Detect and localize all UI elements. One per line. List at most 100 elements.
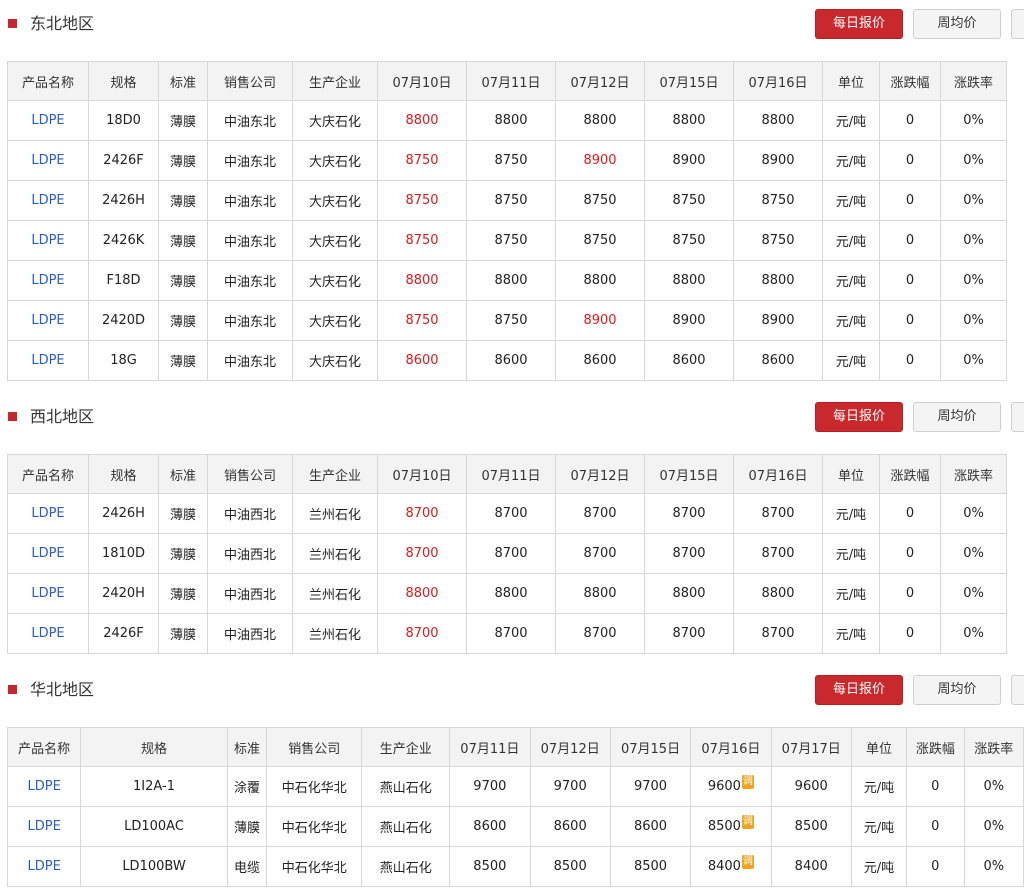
table-cell: 薄膜 bbox=[226, 806, 268, 847]
price-value: 8600 bbox=[672, 353, 706, 368]
table-cell: 8800 bbox=[644, 260, 734, 301]
table-cell: 兰州石化 bbox=[292, 573, 378, 614]
section-marker-icon bbox=[8, 412, 17, 421]
daily-quote-button[interactable]: 每日报价 bbox=[815, 675, 903, 705]
column-header: 产品名称 bbox=[7, 454, 89, 494]
column-header: 规格 bbox=[80, 727, 228, 767]
price-value: 8600 bbox=[473, 819, 507, 834]
product-link[interactable]: LDPE bbox=[31, 313, 64, 328]
product-link[interactable]: LDPE bbox=[31, 353, 64, 368]
table-cell: 8600 bbox=[644, 340, 734, 381]
cell-text: 涂覆 bbox=[233, 781, 260, 796]
table-cell: 中油东北 bbox=[207, 260, 293, 301]
table-cell: 8400 bbox=[770, 846, 852, 887]
table-cell: LD100AC bbox=[80, 806, 228, 847]
price-value: 8700 bbox=[761, 546, 795, 561]
product-link[interactable]: LDPE bbox=[31, 193, 64, 208]
product-link[interactable]: LDPE bbox=[31, 626, 64, 641]
table-cell: 0% bbox=[940, 573, 1007, 614]
region-section: 西北地区 每日报价 周均价 产品名称 规格 标准 销售公司 生产企业 07月10日 07月11日 0… bbox=[0, 393, 1024, 654]
more-button[interactable] bbox=[1011, 402, 1024, 432]
cell-text: 元/吨 bbox=[835, 235, 867, 250]
table-cell: 8750 bbox=[377, 140, 467, 181]
product-link[interactable]: LDPE bbox=[31, 233, 64, 248]
column-header: 生产企业 bbox=[292, 61, 378, 101]
price-value: 8800 bbox=[583, 273, 617, 288]
product-link[interactable]: LDPE bbox=[31, 586, 64, 601]
cell-text: 0% bbox=[983, 859, 1005, 874]
more-button[interactable] bbox=[1011, 9, 1024, 39]
product-link[interactable]: LDPE bbox=[31, 546, 64, 561]
price-value: 8750 bbox=[583, 233, 617, 248]
table-cell: 中油东北 bbox=[207, 300, 293, 341]
table-cell: 8750 bbox=[377, 180, 467, 221]
product-link[interactable]: LDPE bbox=[28, 859, 61, 874]
cell-text: 元/吨 bbox=[835, 115, 867, 130]
weekly-average-button[interactable]: 周均价 bbox=[913, 402, 1001, 432]
table-cell: LDPE bbox=[6, 846, 82, 887]
column-header: 07月12日 bbox=[555, 61, 645, 101]
table-cell: 8700 bbox=[733, 493, 823, 534]
weekly-average-button[interactable]: 周均价 bbox=[913, 9, 1001, 39]
cell-text: 0 bbox=[931, 819, 940, 834]
table-cell: 8750 bbox=[466, 140, 556, 181]
table-cell: 8800 bbox=[377, 260, 467, 301]
section-header: 西北地区 每日报价 周均价 bbox=[0, 393, 1024, 432]
price-value: 8800 bbox=[672, 586, 706, 601]
daily-quote-button[interactable]: 每日报价 bbox=[815, 9, 903, 39]
column-header: 单位 bbox=[822, 61, 880, 101]
cell-text: 元/吨 bbox=[835, 355, 867, 370]
section-marker-icon bbox=[8, 685, 17, 694]
table-cell: 8600 bbox=[555, 340, 645, 381]
cell-text: 0 bbox=[905, 193, 915, 208]
cell-text: 中石化华北 bbox=[281, 781, 347, 796]
table-cell: 涂覆 bbox=[226, 766, 268, 807]
price-value: 8800 bbox=[583, 113, 617, 128]
price-value: 8750 bbox=[494, 153, 528, 168]
column-header: 07月12日 bbox=[555, 454, 645, 494]
product-link[interactable]: LDPE bbox=[31, 506, 64, 521]
product-link[interactable]: LDPE bbox=[28, 819, 61, 834]
table-cell: 9700 bbox=[609, 766, 692, 807]
more-button[interactable] bbox=[1011, 675, 1024, 705]
product-link[interactable]: LDPE bbox=[31, 113, 64, 128]
table-cell: 薄膜 bbox=[158, 613, 208, 654]
column-header: 07月10日 bbox=[377, 454, 467, 494]
table-cell: 0% bbox=[940, 493, 1007, 534]
daily-quote-button[interactable]: 每日报价 bbox=[815, 402, 903, 432]
table-cell: 8800 bbox=[733, 573, 823, 614]
table-cell: 0% bbox=[940, 180, 1007, 221]
price-value: 8800 bbox=[405, 113, 439, 128]
product-link[interactable]: LDPE bbox=[31, 153, 64, 168]
table-cell: 8750 bbox=[644, 180, 734, 221]
table-cell: 8700 bbox=[377, 613, 467, 654]
product-link[interactable]: LDPE bbox=[31, 273, 64, 288]
cell-text: 0% bbox=[963, 353, 984, 368]
table-cell: LDPE bbox=[7, 140, 89, 181]
price-value: 8800 bbox=[494, 113, 528, 128]
table-cell: 中油东北 bbox=[207, 220, 293, 261]
price-value: 8700 bbox=[405, 546, 439, 561]
cell-text: 薄膜 bbox=[169, 195, 196, 210]
product-link[interactable]: LDPE bbox=[28, 779, 61, 794]
column-header: 07月11日 bbox=[466, 61, 556, 101]
price-value: 8900 bbox=[583, 313, 617, 328]
table-cell: LDPE bbox=[7, 533, 89, 574]
table-row: LDPE 2426K 薄膜 中油东北 大庆石化 8750 8750 8750 8750 8750 元… bbox=[7, 220, 1007, 261]
table-cell: 8600 bbox=[466, 340, 556, 381]
column-header: 涨跌率 bbox=[940, 61, 1007, 101]
price-value: 9600 bbox=[794, 779, 828, 794]
table-cell: 0 bbox=[879, 180, 941, 221]
table-cell: 薄膜 bbox=[158, 260, 208, 301]
weekly-average-button[interactable]: 周均价 bbox=[913, 675, 1001, 705]
price-value: 8600 bbox=[583, 353, 617, 368]
table-cell: 0 bbox=[906, 766, 965, 807]
price-value: 8750 bbox=[405, 233, 439, 248]
table-cell: 薄膜 bbox=[158, 220, 208, 261]
price-value: 8900 bbox=[672, 153, 706, 168]
price-value: 8700 bbox=[761, 506, 795, 521]
cell-text: 元/吨 bbox=[835, 275, 867, 290]
cell-text: 0 bbox=[905, 353, 915, 368]
price-value: 8800 bbox=[583, 586, 617, 601]
table-header-row: 产品名称 规格 标准 销售公司 生产企业 07月11日 07月12日 07月15日 07月16日… bbox=[6, 727, 1024, 767]
